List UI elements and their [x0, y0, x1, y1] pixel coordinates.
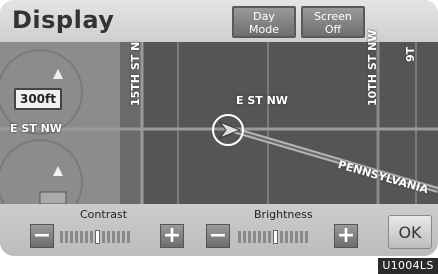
brightness-level-tick — [280, 231, 283, 243]
contrast-level-tick — [90, 231, 93, 243]
brightness-level-tick — [248, 231, 251, 243]
brightness-level-tick — [285, 231, 288, 243]
page-title: Display — [12, 6, 115, 34]
contrast-level-tick — [75, 231, 78, 243]
contrast-decrease-button[interactable]: − — [30, 224, 54, 248]
contrast-level-tick — [127, 231, 130, 243]
contrast-level-tick — [70, 231, 73, 243]
brightness-decrease-button[interactable]: − — [206, 224, 230, 248]
street-label-e-center: E ST NW — [236, 94, 288, 107]
street-label-9th: 9T — [404, 46, 417, 62]
contrast-level-tick — [60, 231, 63, 243]
screen-off-button[interactable]: Screen Off — [301, 6, 365, 38]
map-scale[interactable]: 300ft — [14, 88, 62, 110]
contrast-level-indicator — [60, 230, 154, 244]
street-label-e-left: E ST NW — [10, 122, 62, 135]
display-screen: Display Day Mode Screen Off 300ft E ST N… — [0, 0, 438, 256]
brightness-level-tick — [258, 231, 261, 243]
street-label-10th: 10TH ST NW — [366, 29, 379, 106]
brightness-level-tick — [243, 231, 246, 243]
ok-button[interactable]: OK — [388, 215, 432, 249]
contrast-level-knob — [95, 230, 100, 244]
contrast-level-tick — [107, 231, 110, 243]
brightness-level-tick — [253, 231, 256, 243]
brightness-level-tick — [238, 231, 241, 243]
brightness-increase-button[interactable]: + — [334, 224, 358, 248]
contrast-increase-button[interactable]: + — [160, 224, 184, 248]
brightness-level-tick — [300, 231, 303, 243]
contrast-level-tick — [117, 231, 120, 243]
contrast-level-tick — [65, 231, 68, 243]
contrast-level-tick — [112, 231, 115, 243]
brightness-level-tick — [290, 231, 293, 243]
brightness-label: Brightness — [254, 208, 313, 221]
map-view[interactable]: 300ft E ST NW E ST NW 15TH ST N 10TH ST … — [0, 30, 438, 204]
brightness-level-knob — [273, 230, 278, 244]
brightness-level-tick — [268, 231, 271, 243]
figure-code: U1004LS — [378, 258, 438, 274]
contrast-level-tick — [102, 231, 105, 243]
contrast-level-tick — [85, 231, 88, 243]
brightness-level-tick — [295, 231, 298, 243]
contrast-level-tick — [80, 231, 83, 243]
day-mode-button[interactable]: Day Mode — [232, 6, 296, 38]
brightness-level-tick — [305, 231, 308, 243]
contrast-level-tick — [122, 231, 125, 243]
contrast-label: Contrast — [80, 208, 128, 221]
brightness-level-tick — [263, 231, 266, 243]
brightness-level-indicator — [238, 230, 332, 244]
street-label-15th: 15TH ST N — [129, 41, 142, 106]
adjustment-panel: Contrast − + Brightness − + OK — [0, 204, 438, 256]
